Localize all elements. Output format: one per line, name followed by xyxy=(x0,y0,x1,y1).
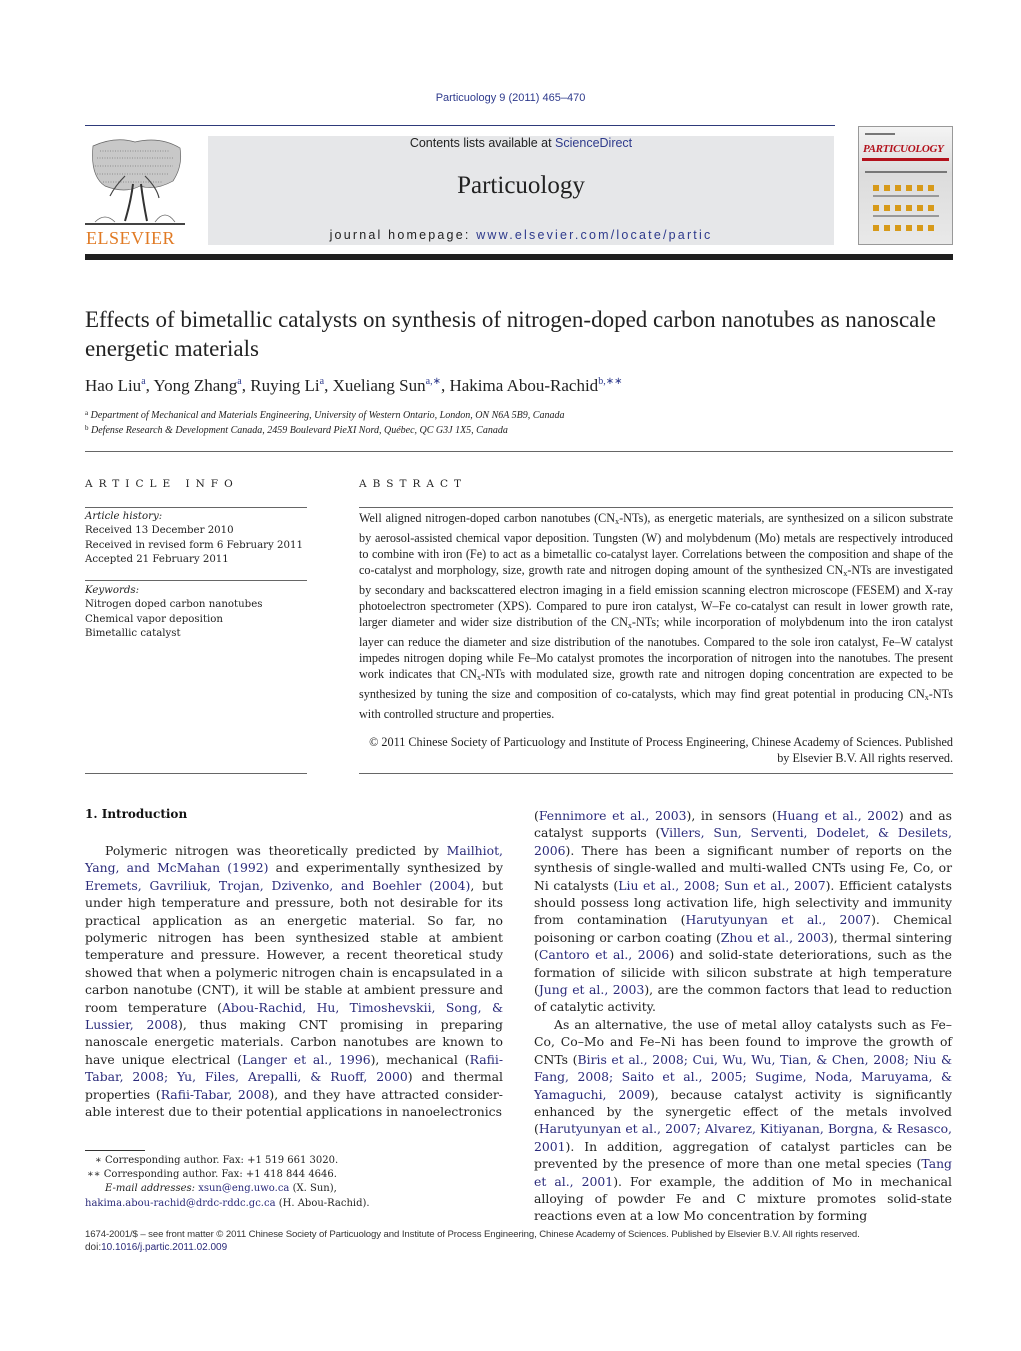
citation-link[interactable]: Eremets, Gavriliuk, Trojan, Dzivenko, an… xyxy=(85,878,470,893)
header-rule xyxy=(85,125,835,126)
keyword-item: Chemical vapor deposition xyxy=(85,613,223,625)
divider xyxy=(85,451,953,452)
homepage-prefix: journal homepage: xyxy=(329,228,477,242)
body-text: , but under high temperature and pressur… xyxy=(85,877,503,1015)
keyword-item: Bimetallic catalyst xyxy=(85,627,181,639)
divider xyxy=(85,580,307,581)
cover-decoration xyxy=(865,171,947,173)
sciencedirect-link[interactable]: ScienceDirect xyxy=(555,136,632,150)
citation-link[interactable]: Fennimore et al., 2003 xyxy=(539,808,687,823)
divider xyxy=(85,773,307,774)
journal-reference[interactable]: Particuology 9 (2011) 465–470 xyxy=(0,92,1021,104)
cover-decoration xyxy=(862,158,949,161)
keywords: Keywords: Nitrogen doped carbon nanotube… xyxy=(85,584,310,641)
abstract-text: Well aligned nitrogen-doped carbon nanot… xyxy=(359,510,953,722)
affiliation-text: Defense Research & Development Canada, 2… xyxy=(91,425,508,436)
body-text: ), in sensors ( xyxy=(686,808,777,823)
citation-link[interactable]: Zhou et al., 2003 xyxy=(721,930,829,945)
homepage-link[interactable]: www.elsevier.com/locate/partic xyxy=(476,228,712,242)
affiliation-key: a xyxy=(85,409,89,417)
front-matter-notice: 1674-2001/$ – see front matter © 2011 Ch… xyxy=(85,1229,860,1240)
citation-link[interactable]: Jung et al., 2003 xyxy=(539,982,644,997)
doi-link[interactable]: 10.1016/j.partic.2011.02.009 xyxy=(101,1242,227,1253)
abstract-segment: Well aligned nitrogen-doped carbon nanot… xyxy=(359,511,616,525)
journal-name: Particuology xyxy=(457,172,585,199)
citation-link[interactable]: Rafii-Tabar, 2008 xyxy=(161,1087,270,1102)
footnote-emails: hakima.abou-rachid@drdc-rddc.gc.ca (H. A… xyxy=(85,1198,370,1209)
footnote-rule xyxy=(85,1150,145,1151)
doi-line: doi:10.1016/j.partic.2011.02.009 xyxy=(85,1242,227,1253)
article-info-heading: ARTICLE INFO xyxy=(85,478,239,490)
citation-link[interactable]: Cantoro et al., 2006 xyxy=(539,947,669,962)
author-name: Xueliang Sun xyxy=(332,376,426,395)
section-heading-introduction: 1. Introduction xyxy=(85,807,188,821)
divider xyxy=(85,507,307,508)
email-link[interactable]: xsun@eng.uwo.ca xyxy=(198,1183,289,1194)
citation-link[interactable]: Liu et al., 2008; Sun et al., 2007 xyxy=(618,878,825,893)
history-item: Received 13 December 2010 xyxy=(85,525,234,537)
paper-title: Effects of bimetallic catalysts on synth… xyxy=(85,307,936,361)
author-affiliation-marker[interactable]: a xyxy=(320,376,324,387)
author-name: Hao Liu xyxy=(85,376,142,395)
author-affiliation-marker[interactable]: a xyxy=(237,376,241,387)
divider xyxy=(359,507,953,508)
history-item: Received in revised form 6 February 2011 xyxy=(85,539,303,551)
affiliation-b: b Defense Research & Development Canada,… xyxy=(85,424,508,436)
body-text: ). In addition, aggrega­tion of catalyst… xyxy=(534,1138,952,1172)
author-affiliation-marker[interactable]: a xyxy=(141,376,145,387)
footnote: ∗ Corresponding author. Fax: +1 519 661 … xyxy=(95,1155,339,1166)
homepage-line: journal homepage: www.elsevier.com/locat… xyxy=(208,228,834,242)
cover-decoration xyxy=(865,133,895,135)
contents-line: Contents lists available at ScienceDirec… xyxy=(208,136,834,150)
footnote: ∗∗ Corresponding author. Fax: +1 418 844… xyxy=(87,1169,337,1180)
intro-paragraph: As an alternative, the use of metal allo… xyxy=(534,1016,952,1225)
intro-paragraph: Polymeric nitrogen was theoretically pre… xyxy=(85,842,503,1121)
tree-icon xyxy=(85,139,185,225)
author-affiliation-marker[interactable]: b,∗∗ xyxy=(598,376,622,387)
email-link[interactable]: hakima.abou-rachid@drdc-rddc.gc.ca xyxy=(85,1198,276,1209)
cover-decoration xyxy=(873,205,939,211)
author-name: Yong Zhang xyxy=(153,376,238,395)
body-text: Polymeric nitrogen was theoretically pre… xyxy=(105,843,447,858)
abstract-copyright: © 2011 Chinese Society of Particuology a… xyxy=(369,735,953,765)
elsevier-wordmark: ELSEVIER xyxy=(86,228,175,248)
citation-link[interactable]: Harutyunyan et al., 2007 xyxy=(686,912,872,927)
article-history: Article history: Received 13 December 20… xyxy=(85,510,310,567)
citation-link[interactable]: Huang et al., 2002 xyxy=(777,808,899,823)
cover-decoration xyxy=(873,185,939,191)
cover-decoration xyxy=(873,195,939,197)
affiliation-a: a Department of Mechanical and Materials… xyxy=(85,409,564,421)
author-list: Hao Liua, Yong Zhanga, Ruying Lia, Xueli… xyxy=(85,376,623,395)
email-owner: (H. Abou-Rachid). xyxy=(275,1198,370,1209)
divider xyxy=(359,773,953,774)
history-item: Accepted 21 February 2011 xyxy=(85,553,229,565)
abstract-heading: ABSTRACT xyxy=(359,478,468,490)
intro-paragraph: (Fennimore et al., 2003), in sensors (Hu… xyxy=(534,807,952,1016)
author-name: Hakima Abou-Rachid xyxy=(449,376,599,395)
affiliation-text: Department of Mechanical and Materials E… xyxy=(90,410,565,421)
body-text: ), mechani­cal ( xyxy=(370,1051,470,1067)
doi-prefix: doi: xyxy=(85,1242,102,1253)
email-label: E-mail addresses: xyxy=(105,1183,199,1194)
header-thick-rule xyxy=(85,254,953,260)
footnote-emails: E-mail addresses: xsun@eng.uwo.ca (X. Su… xyxy=(105,1183,337,1194)
cover-title: PARTICUOLOGY xyxy=(863,143,944,155)
history-label: Article history: xyxy=(85,511,163,522)
cover-decoration xyxy=(873,215,939,217)
body-text: and experimentally synthesized by xyxy=(268,860,503,876)
author-name: Ruying Li xyxy=(250,376,320,395)
cover-decoration xyxy=(873,225,939,231)
journal-cover-image: PARTICUOLOGY xyxy=(858,126,953,245)
citation-link[interactable]: Langer et al., 1996 xyxy=(242,1052,371,1067)
keyword-item: Nitrogen doped carbon nanotubes xyxy=(85,599,263,611)
keywords-label: Keywords: xyxy=(85,585,140,596)
journal-masthead: Contents lists available at ScienceDirec… xyxy=(208,136,834,245)
contents-prefix: Contents lists available at xyxy=(409,136,556,150)
email-owner: (X. Sun), xyxy=(289,1183,337,1194)
author-affiliation-marker[interactable]: a,∗ xyxy=(426,376,441,387)
affiliation-key: b xyxy=(85,424,89,432)
